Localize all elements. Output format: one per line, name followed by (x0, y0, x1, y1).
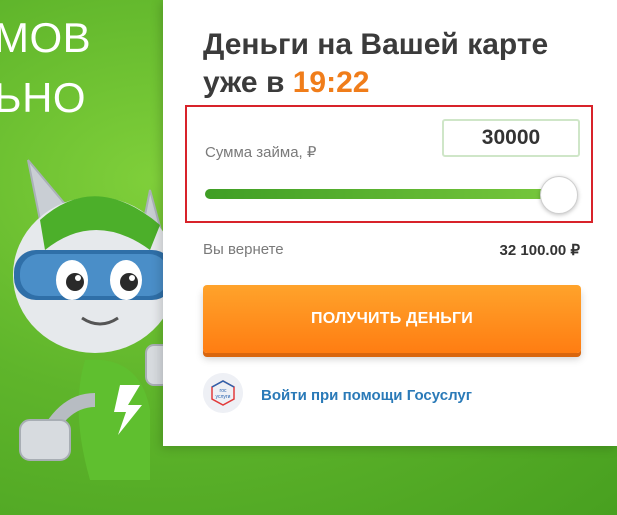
loan-amount-label: Сумма займа, ₽ (205, 144, 317, 161)
gosuslugi-icon[interactable]: гос услуги (203, 373, 243, 413)
card-title: Деньги на Вашей карте уже в 19:22 (203, 26, 603, 102)
loan-amount-panel: Сумма займа, ₽ (185, 105, 593, 223)
loan-amount-slider-fill (205, 189, 561, 199)
loan-amount-slider-handle[interactable] (540, 176, 578, 214)
gosuslugi-icon-text-2: услуги (216, 394, 231, 400)
get-money-button[interactable]: ПОЛУЧИТЬ ДЕНЬГИ (203, 285, 581, 353)
promo-headline-line2: ЬНО (0, 74, 87, 121)
promo-headline-line1: МОВ (0, 14, 92, 61)
gosuslugi-login-link[interactable]: Войти при помощи Госуслуг (261, 387, 472, 404)
loan-card: Деньги на Вашей карте уже в 19:22 Сумма … (163, 0, 617, 446)
card-title-time: 19:22 (292, 66, 370, 99)
loan-amount-input[interactable] (442, 119, 580, 157)
return-amount-value: 32 100.00 ₽ (499, 242, 580, 259)
loan-amount-slider-track[interactable] (205, 189, 561, 199)
return-amount-label: Вы вернете (203, 241, 284, 258)
card-title-text: Деньги на Вашей карте уже в (203, 28, 549, 99)
